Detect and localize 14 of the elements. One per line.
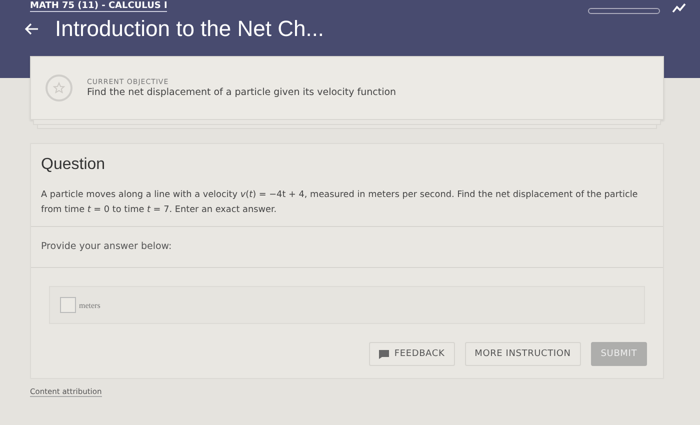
back-arrow-icon[interactable]	[25, 23, 39, 35]
more-instruction-button[interactable]: MORE INSTRUCTION	[464, 342, 581, 366]
unit-label: meters	[79, 300, 100, 310]
objective-text: Find the net displacement of a particle given its velocity function	[87, 87, 396, 98]
question-text: A particle moves along a line with a velocity v(t) = −4t + 4, measured in meters per second. Find the net displacement of the particle from time t = 0 to time t = 7. Enter an exact answer.	[41, 189, 639, 217]
mastery-bar	[588, 8, 660, 14]
speech-bubble-icon	[379, 350, 390, 358]
question-heading: Question	[41, 156, 106, 174]
course-link[interactable]: MATH 75 (11) - CALCULUS I	[30, 1, 168, 12]
answer-prompt: Provide your answer below:	[31, 227, 663, 268]
trend-line-icon[interactable]	[672, 3, 686, 13]
page-title: Introduction to the Net Ch...	[55, 16, 324, 42]
answer-field[interactable]	[60, 297, 76, 313]
feedback-button[interactable]: FEEDBACK	[369, 342, 455, 366]
